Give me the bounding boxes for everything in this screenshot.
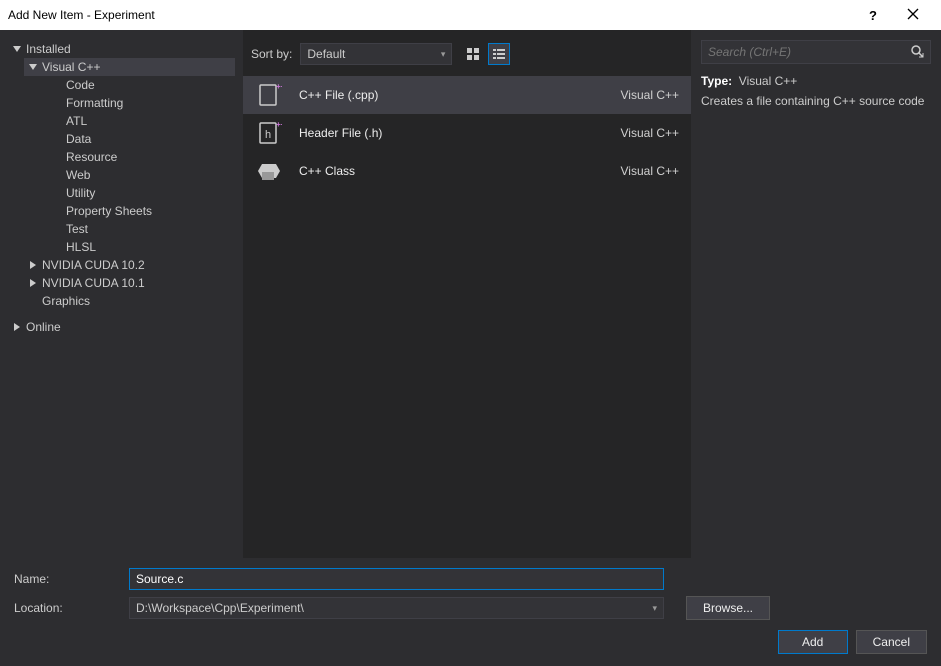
template-label: Header File (.h)	[299, 126, 621, 140]
tree-node-child[interactable]: Web	[66, 166, 235, 184]
tree-node-cuda-102[interactable]: NVIDIA CUDA 10.2	[24, 256, 235, 274]
tree-node-child[interactable]: Test	[66, 220, 235, 238]
chevron-right-icon	[28, 259, 40, 271]
add-button[interactable]: Add	[778, 630, 848, 654]
chevron-right-icon	[12, 321, 24, 333]
tree-label: Graphics	[42, 294, 90, 308]
template-list: ++C++ File (.cpp)Visual C++h++Header Fil…	[243, 76, 691, 190]
spacer-icon	[28, 295, 40, 307]
tree-node-child[interactable]: HLSL	[66, 238, 235, 256]
view-medium-icons-button[interactable]	[462, 43, 484, 65]
category-tree: Installed Visual C++ CodeFormattingATLDa…	[0, 30, 243, 558]
search-box[interactable]	[701, 40, 931, 64]
template-list-panel: Sort by: Default ▾ ++C++ File (.cpp)Visu…	[243, 30, 691, 558]
name-input[interactable]	[129, 568, 664, 590]
tree-label: Visual C++	[42, 60, 100, 74]
template-item[interactable]: C++ ClassVisual C++	[243, 152, 691, 190]
tree-node-child[interactable]: Code	[66, 76, 235, 94]
tree-node-child[interactable]: Data	[66, 130, 235, 148]
template-lang: Visual C++	[621, 164, 679, 178]
tree-label: Installed	[26, 42, 71, 56]
help-button[interactable]: ?	[853, 8, 893, 23]
location-label: Location:	[14, 601, 129, 615]
tree-label: Online	[26, 320, 61, 334]
tree-node-installed[interactable]: Installed	[8, 40, 235, 58]
search-input[interactable]	[708, 45, 910, 59]
tree-node-child[interactable]: ATL	[66, 112, 235, 130]
tree-node-online[interactable]: Online	[8, 318, 235, 336]
tree-node-child[interactable]: Utility	[66, 184, 235, 202]
info-description: Creates a file containing C++ source cod…	[701, 94, 931, 108]
tree-label: NVIDIA CUDA 10.1	[42, 276, 145, 290]
svg-text:++: ++	[276, 82, 282, 91]
chevron-down-icon	[12, 43, 24, 55]
sort-by-value: Default	[307, 47, 345, 61]
cancel-button[interactable]: Cancel	[856, 630, 927, 654]
template-icon: h ++	[255, 119, 283, 147]
chevron-down-icon: ▾	[652, 603, 657, 614]
svg-text:++: ++	[276, 120, 282, 129]
view-list-button[interactable]	[488, 43, 510, 65]
name-label: Name:	[14, 572, 129, 586]
main-area: Installed Visual C++ CodeFormattingATLDa…	[0, 30, 941, 558]
tree-node-graphics[interactable]: Graphics	[24, 292, 235, 310]
location-value: D:\Workspace\Cpp\Experiment\	[136, 601, 304, 615]
window-title: Add New Item - Experiment	[8, 8, 853, 22]
template-item[interactable]: ++ C++ File (.cpp)Visual C++	[243, 76, 691, 114]
template-icon	[255, 157, 283, 185]
bottom-form: Name: Location: D:\Workspace\Cpp\Experim…	[0, 558, 941, 666]
template-label: C++ File (.cpp)	[299, 88, 621, 102]
browse-button[interactable]: Browse...	[686, 596, 770, 620]
tree-node-visual-cpp[interactable]: Visual C++	[24, 58, 235, 76]
template-lang: Visual C++	[621, 126, 679, 140]
tree-node-child[interactable]: Formatting	[66, 94, 235, 112]
details-panel: Type: Visual C++ Creates a file containi…	[691, 30, 941, 558]
tree-node-child[interactable]: Property Sheets	[66, 202, 235, 220]
chevron-right-icon	[28, 277, 40, 289]
titlebar: Add New Item - Experiment ?	[0, 0, 941, 30]
sort-by-dropdown[interactable]: Default ▾	[300, 43, 452, 65]
template-label: C++ Class	[299, 164, 621, 178]
info-type-label: Type:	[701, 74, 732, 88]
tree-label: NVIDIA CUDA 10.2	[42, 258, 145, 272]
center-toolbar: Sort by: Default ▾	[243, 40, 691, 68]
svg-text:h: h	[265, 129, 271, 141]
sort-by-label: Sort by:	[251, 47, 292, 61]
template-item[interactable]: h ++ Header File (.h)Visual C++	[243, 114, 691, 152]
info-type-value: Visual C++	[739, 74, 797, 88]
location-dropdown[interactable]: D:\Workspace\Cpp\Experiment\ ▾	[129, 597, 664, 619]
template-lang: Visual C++	[621, 88, 679, 102]
template-icon: ++	[255, 81, 283, 109]
template-info: Type: Visual C++ Creates a file containi…	[701, 74, 931, 108]
tree-node-child[interactable]: Resource	[66, 148, 235, 166]
close-button[interactable]	[893, 8, 933, 23]
chevron-down-icon: ▾	[441, 49, 446, 60]
chevron-down-icon	[28, 61, 40, 73]
search-icon[interactable]	[910, 44, 924, 61]
tree-node-cuda-101[interactable]: NVIDIA CUDA 10.1	[24, 274, 235, 292]
